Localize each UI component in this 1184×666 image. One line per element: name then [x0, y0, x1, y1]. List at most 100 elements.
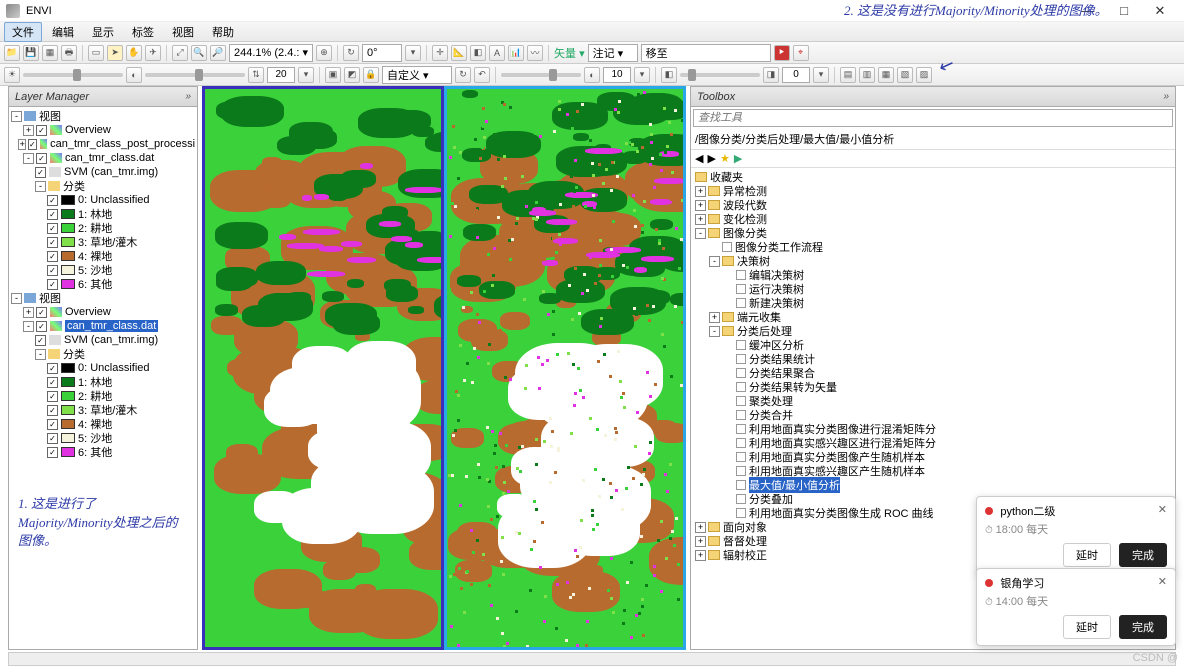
toolbox-search-input[interactable] — [693, 109, 1173, 127]
checkbox[interactable]: ✓ — [47, 195, 58, 206]
stretch-step-icon[interactable]: ▾ — [298, 67, 314, 83]
tree-label[interactable]: can_tmr_class_post_processi — [50, 138, 195, 150]
panel-collapse-icon[interactable]: » — [185, 91, 191, 102]
vector-dropdown[interactable]: 矢量 ▾ — [554, 45, 585, 61]
swipe-slider[interactable] — [680, 73, 760, 77]
expand-icon[interactable]: - — [35, 349, 46, 360]
expand-icon[interactable]: - — [11, 293, 22, 304]
tree-label[interactable]: Overview — [65, 306, 111, 318]
stretch-value[interactable]: 20 — [267, 67, 295, 83]
chart-icon[interactable]: 📊 — [508, 45, 524, 61]
view-grid1-icon[interactable]: ▤ — [840, 67, 856, 83]
tree-label[interactable]: Overview — [65, 124, 111, 136]
roi-icon[interactable]: ◧ — [470, 45, 486, 61]
measure-icon[interactable]: 📐 — [451, 45, 467, 61]
tool-zoom-in-icon[interactable]: 🔍 — [191, 45, 207, 61]
view-left[interactable] — [202, 86, 444, 650]
checkbox[interactable]: ✓ — [47, 209, 58, 220]
reminder-close-button[interactable]: ✕ — [1158, 575, 1167, 588]
checkbox[interactable]: ✓ — [35, 335, 46, 346]
checkbox[interactable]: ✓ — [47, 419, 58, 430]
checkbox[interactable]: ✓ — [47, 279, 58, 290]
view-grid3-icon[interactable]: ▦ — [878, 67, 894, 83]
undo-icon[interactable]: ↶ — [474, 67, 490, 83]
stretch-icon[interactable]: ⇅ — [248, 67, 264, 83]
transparency-value[interactable]: 10 — [603, 67, 631, 83]
checkbox[interactable]: ✓ — [47, 251, 58, 262]
tool-save-icon[interactable]: 💾 — [23, 45, 39, 61]
tree-label[interactable]: can_tmr_class.dat — [65, 152, 154, 164]
goto-go-icon[interactable]: ⯈ — [774, 45, 790, 61]
tree-label[interactable]: 0: Unclassified — [78, 194, 150, 206]
goto-target-icon[interactable]: ⌖ — [793, 45, 809, 61]
brightness-icon[interactable]: ☀ — [4, 67, 20, 83]
done-button[interactable]: 完成 — [1119, 615, 1167, 639]
zoom-combo[interactable]: 244.1% (2.4.: ▾ — [229, 44, 313, 62]
checkbox[interactable]: ✓ — [36, 321, 47, 332]
horizontal-scrollbar[interactable] — [8, 652, 1176, 666]
swipe-step-icon[interactable]: ▾ — [813, 67, 829, 83]
text-icon[interactable]: A — [489, 45, 505, 61]
checkbox[interactable]: ✓ — [47, 447, 58, 458]
crosshair-icon[interactable]: ✛ — [432, 45, 448, 61]
run-icon[interactable]: ▶ — [734, 152, 742, 165]
delay-button[interactable]: 延时 — [1063, 615, 1111, 639]
expand-icon[interactable]: + — [695, 200, 706, 211]
lock-icon[interactable]: 🔒 — [363, 67, 379, 83]
menu-label[interactable]: 标签 — [124, 22, 162, 42]
toolbox-item[interactable]: 辐射校正 — [723, 547, 767, 563]
brightness-slider[interactable] — [23, 73, 123, 77]
trans-step-icon[interactable]: ▾ — [634, 67, 650, 83]
tool-rot-step-icon[interactable]: ▾ — [405, 45, 421, 61]
tree-label[interactable]: SVM (can_tmr.img) — [64, 166, 158, 178]
swipe2-icon[interactable]: ◨ — [763, 67, 779, 83]
menu-edit[interactable]: 编辑 — [44, 22, 82, 42]
reminder-close-button[interactable]: ✕ — [1158, 503, 1167, 516]
tool-zoom-out-icon[interactable]: 🔎 — [210, 45, 226, 61]
checkbox[interactable]: ✓ — [47, 265, 58, 276]
tree-label[interactable]: 分类 — [63, 178, 85, 194]
expand-icon[interactable]: + — [695, 214, 706, 225]
expand-icon[interactable]: + — [695, 522, 706, 533]
view-right[interactable] — [444, 86, 686, 650]
tree-label[interactable]: 视图 — [39, 290, 61, 306]
checkbox[interactable]: ✓ — [47, 363, 58, 374]
profile-icon[interactable]: 〰 — [527, 45, 543, 61]
tree-label[interactable]: 视图 — [39, 108, 61, 124]
view-grid4-icon[interactable]: ▧ — [897, 67, 913, 83]
menu-display[interactable]: 显示 — [84, 22, 122, 42]
custom-dropdown[interactable]: 自定义 ▾ — [382, 66, 452, 84]
refresh-icon[interactable]: ↻ — [455, 67, 471, 83]
expand-icon[interactable]: - — [11, 111, 22, 122]
expand-icon[interactable]: - — [709, 256, 720, 267]
delay-button[interactable]: 延时 — [1063, 543, 1111, 567]
toolbox-collapse-icon[interactable]: » — [1163, 91, 1169, 102]
expand-icon[interactable]: + — [695, 186, 706, 197]
tool-zoom-1-icon[interactable]: ⊕ — [316, 45, 332, 61]
expand-icon[interactable]: + — [695, 536, 706, 547]
checkbox[interactable]: ✓ — [35, 167, 46, 178]
checkbox[interactable]: ✓ — [36, 307, 47, 318]
checkbox[interactable]: ✓ — [36, 125, 47, 136]
annotate-dropdown[interactable]: 注记 ▾ — [588, 44, 638, 62]
checkbox[interactable]: ✓ — [47, 237, 58, 248]
tree-label[interactable]: SVM (can_tmr.img) — [64, 334, 158, 346]
expand-icon[interactable]: - — [35, 181, 46, 192]
goto-dropdown[interactable]: 移至 — [641, 44, 771, 62]
tool-print-icon[interactable]: 🖶 — [61, 45, 77, 61]
expand-icon[interactable]: + — [18, 139, 26, 150]
tool-pan-icon[interactable]: ✋ — [126, 45, 142, 61]
toolbox-item[interactable]: 利用地面真实分类图像生成 ROC 曲线 — [749, 505, 934, 521]
tool-chip-icon[interactable]: ▦ — [42, 45, 58, 61]
expand-icon[interactable]: - — [695, 228, 706, 239]
layer-tree[interactable]: -视图+✓Overview+✓can_tmr_class_post_proces… — [9, 107, 197, 649]
checkbox[interactable]: ✓ — [47, 391, 58, 402]
expand-icon[interactable]: + — [23, 125, 34, 136]
menu-help[interactable]: 帮助 — [204, 22, 242, 42]
tree-label[interactable]: 0: Unclassified — [78, 362, 150, 374]
tree-label[interactable]: 6: 其他 — [78, 444, 112, 460]
sharpen-icon[interactable]: ▣ — [325, 67, 341, 83]
rotation-input[interactable]: 0° — [362, 44, 402, 62]
expand-icon[interactable]: + — [695, 550, 706, 561]
expand-icon[interactable]: - — [23, 153, 34, 164]
